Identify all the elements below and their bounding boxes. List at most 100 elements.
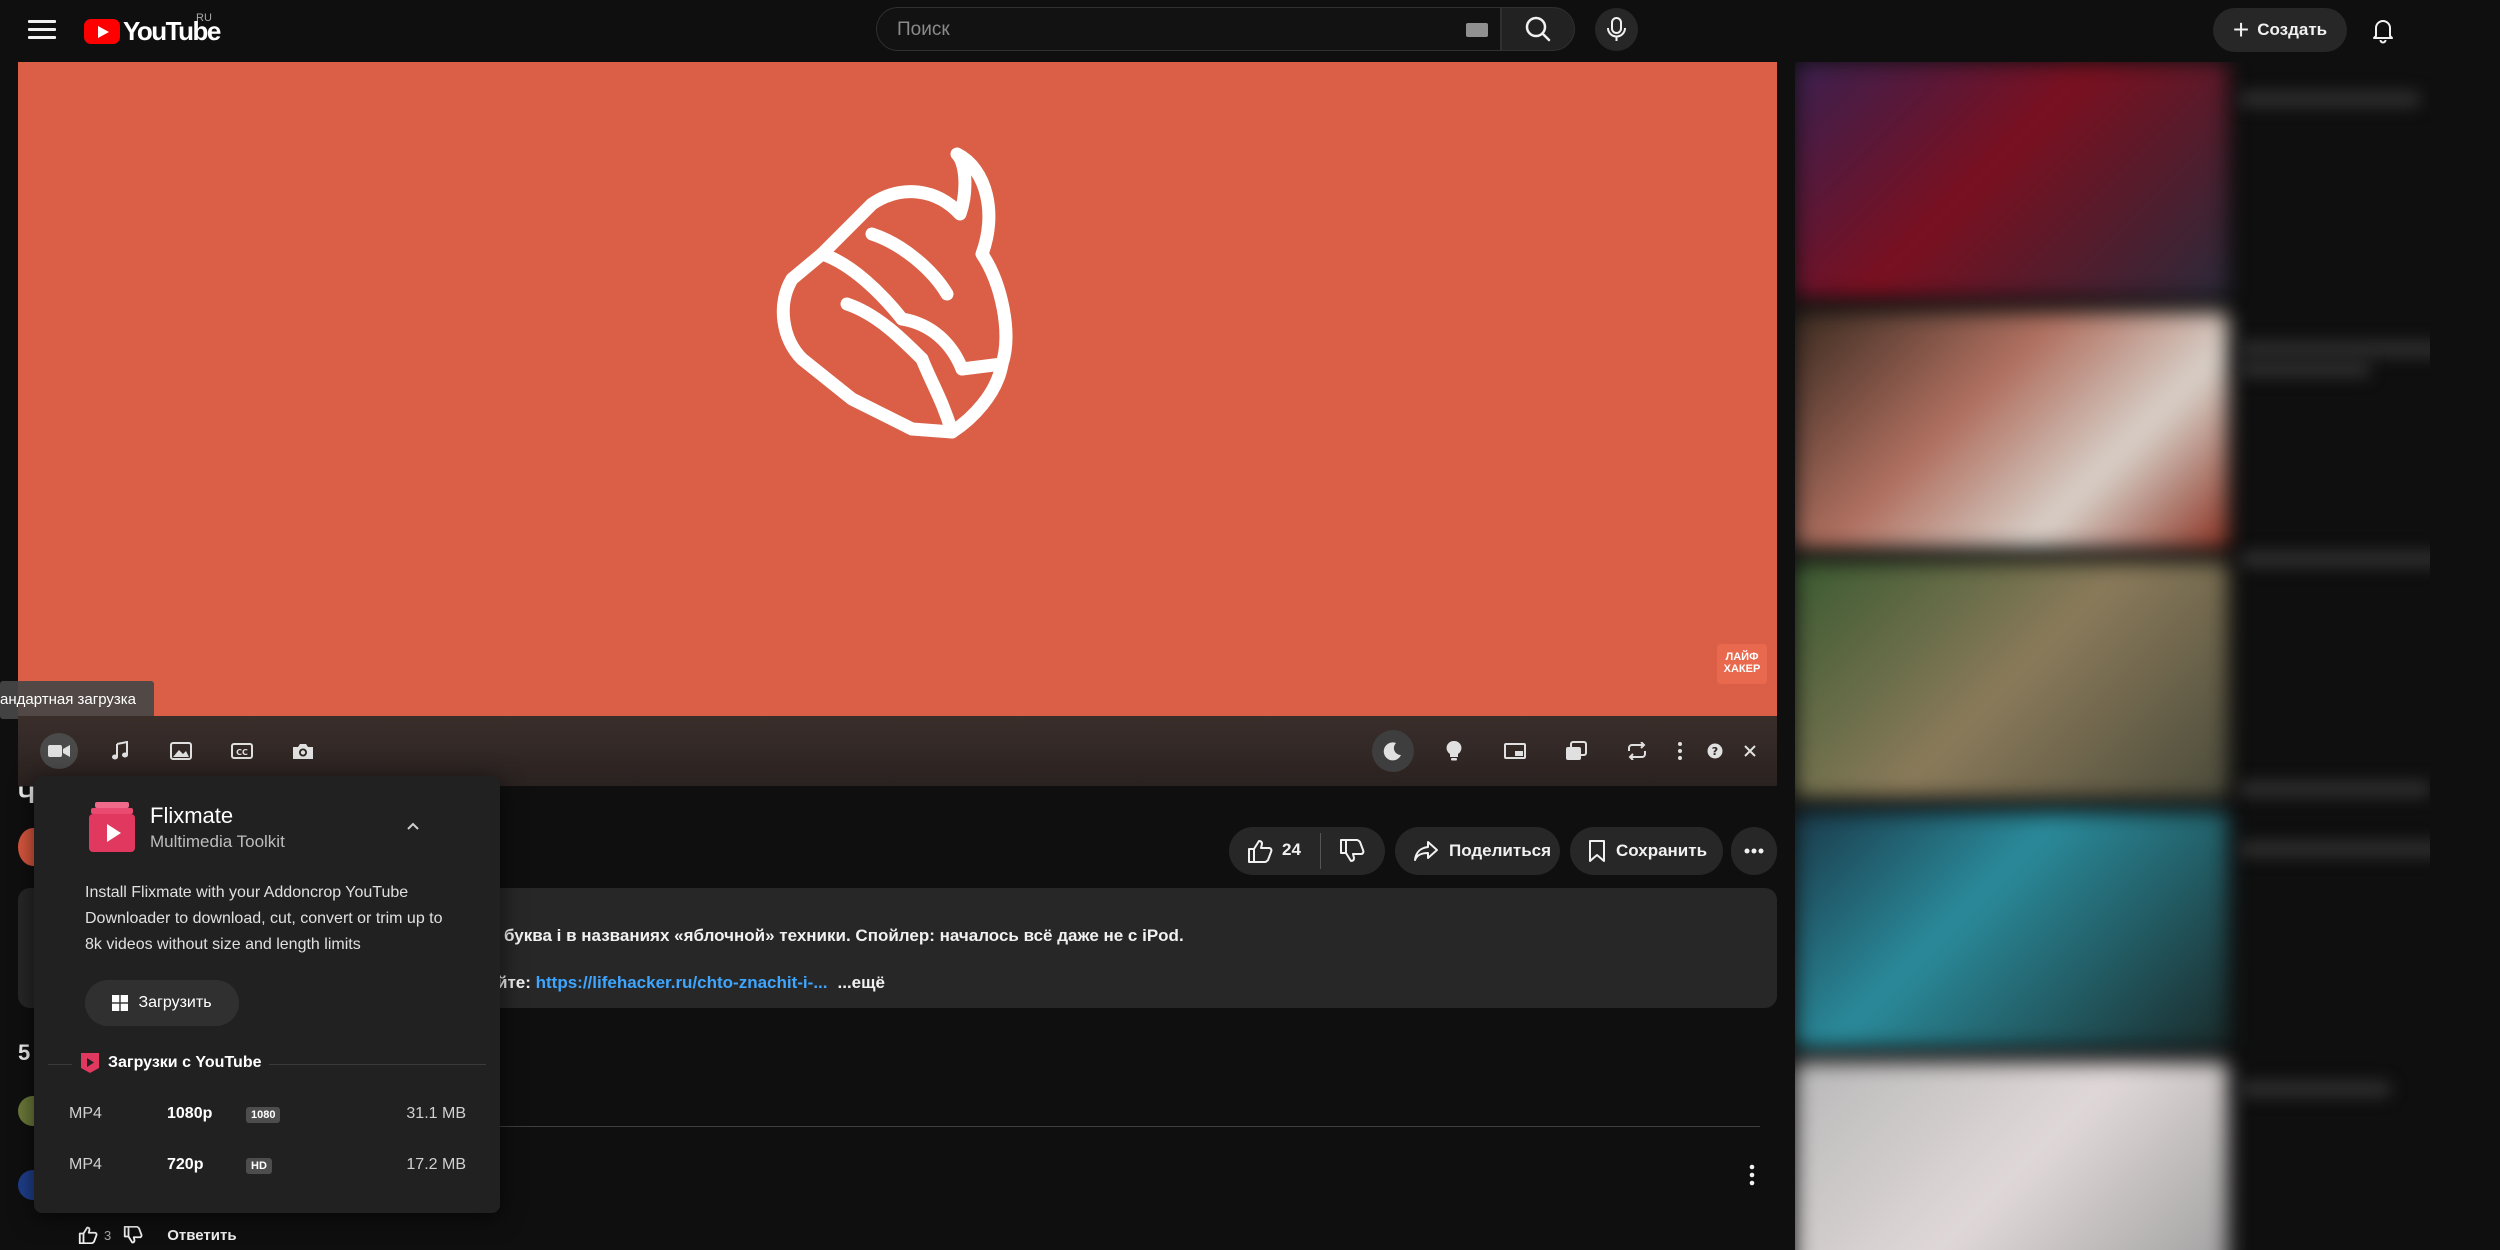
recommendation-title xyxy=(2240,342,2430,356)
recommendations-sidebar xyxy=(1795,62,2430,1250)
divider xyxy=(1320,833,1321,869)
search-input[interactable] xyxy=(895,8,1439,52)
thumbs-down-icon xyxy=(1340,839,1365,862)
tooltip: андартная загрузка xyxy=(0,681,154,719)
audio-download-button[interactable] xyxy=(101,733,139,769)
recommendation-title xyxy=(2240,362,2370,376)
subtitles-download-button[interactable]: CC xyxy=(223,733,261,769)
closed-captions-icon: CC xyxy=(231,743,253,759)
close-toolbar-button[interactable] xyxy=(1731,733,1769,769)
music-note-icon xyxy=(112,741,128,760)
recommendation-title xyxy=(2240,552,2430,566)
thumbnail-download-button[interactable] xyxy=(162,733,200,769)
save-button[interactable]: Сохранить xyxy=(1570,827,1723,875)
dark-mode-button[interactable] xyxy=(1372,730,1414,772)
screenshot-button[interactable] xyxy=(284,733,322,769)
close-icon xyxy=(1744,745,1756,757)
comments-count: 5 xyxy=(18,1040,31,1065)
lightbulb-icon xyxy=(1446,740,1462,761)
show-more-button[interactable]: ...ещё xyxy=(838,973,885,992)
like-count: 24 xyxy=(1282,840,1301,859)
recommendation-thumbnail[interactable] xyxy=(1795,812,2228,1048)
recommendation-thumbnail[interactable] xyxy=(1795,562,2228,798)
menu-icon[interactable] xyxy=(24,15,60,47)
camera-icon xyxy=(293,744,313,759)
help-button[interactable]: ? xyxy=(1696,733,1734,769)
flixmate-popup: Flixmate Multimedia Toolkit Install Flix… xyxy=(34,776,500,1213)
create-button[interactable]: + Создать xyxy=(2213,8,2347,52)
more-options-button[interactable] xyxy=(1661,733,1699,769)
description-link[interactable]: https://lifehacker.ru/chto-znachit-i-... xyxy=(536,973,828,992)
comment-like-count: 3 xyxy=(104,1227,112,1243)
loop-button[interactable] xyxy=(1618,733,1656,769)
quality-badge: 1080 xyxy=(246,1107,281,1123)
recommendation-title xyxy=(2240,782,2430,796)
recommendation-title xyxy=(2240,92,2420,106)
playlist-download-button[interactable] xyxy=(1557,733,1595,769)
popup-title: Flixmate xyxy=(150,803,234,828)
channel-watermark[interactable]: ЛАЙФ ХАКЕР xyxy=(1717,644,1767,684)
video-title: Ч xyxy=(18,782,35,809)
recommendation-thumbnail[interactable] xyxy=(1795,312,2228,548)
more-actions-button[interactable] xyxy=(1731,827,1777,875)
popup-description: Install Flixmate with your Addoncrop You… xyxy=(85,884,443,953)
comment-actions: 3 Ответить xyxy=(78,1224,237,1246)
lifehacker-logo-icon xyxy=(776,147,1013,439)
plus-icon: + xyxy=(2232,14,2250,45)
recommendation-title xyxy=(2240,1082,2390,1096)
thumbs-down-icon[interactable] xyxy=(123,1226,143,1244)
windows-icon xyxy=(112,995,129,1011)
video-camera-icon xyxy=(48,745,70,757)
country-code: RU xyxy=(196,12,212,24)
youtube-play-icon xyxy=(84,18,120,44)
description-link-line: йте: https://lifehacker.ru/chto-znachit-… xyxy=(497,973,885,992)
svg-text:CC: CC xyxy=(236,748,248,757)
popup-subtitle: Multimedia Toolkit xyxy=(150,832,285,851)
description-text: буква i в названиях «яблочной» техники. … xyxy=(504,926,1184,945)
thumbs-up-icon xyxy=(1248,840,1273,863)
layers-icon xyxy=(1566,741,1587,760)
format-row-1080p[interactable]: MP4 1080p 1080 31.1 MB xyxy=(34,1101,500,1131)
moon-icon xyxy=(1383,742,1401,761)
dislike-button[interactable] xyxy=(1339,839,1365,868)
picture-in-picture-icon xyxy=(1504,743,1526,759)
keyboard-icon[interactable] xyxy=(1466,23,1488,37)
flixmate-logo-icon xyxy=(89,802,135,852)
ellipsis-icon xyxy=(1744,848,1764,854)
chevron-up-icon[interactable] xyxy=(404,820,422,832)
quality-badge: HD xyxy=(246,1158,272,1174)
section-title: Загрузки с YouTube xyxy=(72,1052,270,1074)
recommendation-thumbnail[interactable] xyxy=(1795,62,2228,298)
help-icon: ? xyxy=(1707,743,1723,759)
search-box xyxy=(876,7,1501,52)
kebab-icon xyxy=(1678,742,1682,760)
notifications-button[interactable] xyxy=(2367,14,2399,46)
microphone-icon xyxy=(1607,17,1626,41)
youtube-logo[interactable]: YouTube RU xyxy=(84,12,221,46)
download-flixmate-button[interactable]: Загрузить xyxy=(85,980,239,1026)
picture-in-picture-button[interactable] xyxy=(1496,733,1534,769)
reply-button[interactable]: Ответить xyxy=(167,1227,236,1244)
like-dislike-group: 24 xyxy=(1229,827,1385,875)
share-button[interactable]: Поделиться xyxy=(1395,827,1560,875)
like-button[interactable] xyxy=(1247,839,1273,868)
repeat-icon xyxy=(1628,742,1646,760)
recommendation-title xyxy=(2240,842,2430,856)
video-download-button[interactable] xyxy=(40,733,78,769)
svg-text:?: ? xyxy=(1712,745,1718,758)
addoncrop-logo-icon xyxy=(81,1053,99,1073)
recommendation-thumbnail[interactable] xyxy=(1795,1062,2228,1250)
comments-divider xyxy=(500,1126,1760,1127)
image-icon xyxy=(170,742,192,760)
format-row-720p[interactable]: MP4 720p HD 17.2 MB xyxy=(34,1152,500,1182)
bell-icon xyxy=(2373,20,2393,44)
thumbs-up-icon[interactable] xyxy=(78,1226,98,1244)
share-icon xyxy=(1414,841,1438,861)
search-button[interactable] xyxy=(1501,7,1575,51)
comment-menu-button[interactable] xyxy=(1746,1162,1758,1188)
search-icon xyxy=(1525,16,1551,42)
bookmark-icon xyxy=(1589,840,1605,862)
voice-search-button[interactable] xyxy=(1595,8,1638,51)
lights-off-button[interactable] xyxy=(1435,733,1473,769)
kebab-icon xyxy=(1749,1164,1755,1186)
